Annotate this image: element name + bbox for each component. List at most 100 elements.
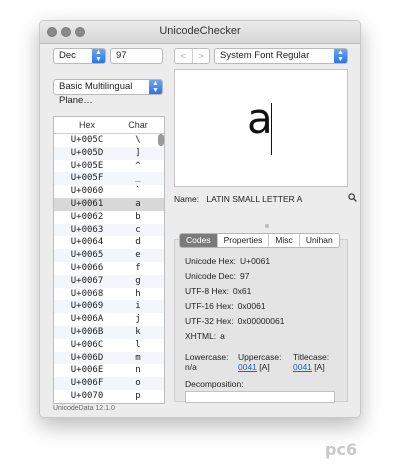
list-row[interactable]: U+0067 g <box>54 274 164 288</box>
title-bar: UnicodeChecker <box>40 21 360 44</box>
codes-panel: Unicode Hex: U+0061 Unicode Dec: 97 UTF-8 … <box>174 239 348 403</box>
char-column-header[interactable]: Char <box>120 117 156 133</box>
character-name: Name: LATIN SMALL LETTER A <box>174 194 302 204</box>
utf16-row: UTF-16 Hex: 0x0061 <box>185 301 266 311</box>
app-window: UnicodeChecker Dec ▲ ▼ 97 Basic Multiling… <box>39 20 361 418</box>
list-row[interactable]: U+0062 b <box>54 211 164 224</box>
base-select[interactable]: Dec ▲ ▼ <box>53 48 106 64</box>
list-row[interactable]: U+005E ^ <box>54 160 164 173</box>
character-list[interactable]: Hex Char U+005C \ U+005D] U+005E ^ U+005F _ U+0… <box>53 116 165 404</box>
list-header: Hex Char <box>54 117 164 134</box>
unicode-dec-row: Unicode Dec: 97 <box>185 271 250 281</box>
list-row[interactable]: U+005D] <box>54 146 164 160</box>
titlecase-link[interactable]: 0041 <box>293 362 312 372</box>
list-row[interactable]: U+006F o <box>54 377 164 390</box>
list-row[interactable]: U+006D m <box>54 351 164 365</box>
decomposition-label: Decomposition: <box>185 379 244 389</box>
row-hex: U+006A <box>70 314 104 325</box>
row-hex: U+0070 <box>70 390 104 401</box>
chevron-updown-icon: ▲ ▼ <box>92 49 105 63</box>
utf16-label: UTF-16 Hex: <box>185 301 234 311</box>
row-char: ] <box>135 147 141 158</box>
row-hex: U+005F <box>70 173 104 184</box>
utf32-value: 0x00000061 <box>237 316 285 326</box>
row-char: g <box>135 275 141 286</box>
row-char: f <box>135 262 141 273</box>
block-select[interactable]: Basic Multilingual Plane… ▲ ▼ <box>53 79 163 106</box>
row-char: \ <box>135 135 141 145</box>
unicode-hex-label: Unicode Hex: <box>185 256 237 266</box>
list-row[interactable]: U+006E n <box>54 364 164 377</box>
watermark: pc6 <box>325 440 358 459</box>
decomposition-field[interactable] <box>185 391 335 403</box>
search-icon[interactable] <box>348 193 357 202</box>
row-hex: U+005C <box>70 135 104 145</box>
chevron-updown-icon: ▲ ▼ <box>334 49 347 63</box>
info-tabs: Codes Properties Misc Unihan <box>179 233 340 248</box>
utf32-label: UTF-32 Hex: <box>185 316 234 326</box>
row-char: _ <box>135 173 141 184</box>
unicode-dec-value: 97 <box>240 271 250 281</box>
row-hex: U+006B <box>70 326 104 337</box>
list-row[interactable]: U+005F _ <box>54 172 164 186</box>
list-scrollbar[interactable] <box>158 134 164 146</box>
tab-unihan[interactable]: Unihan <box>300 234 339 247</box>
row-hex: U+006C <box>70 339 104 350</box>
tab-misc[interactable]: Misc <box>269 234 300 247</box>
row-char: q <box>120 403 156 404</box>
list-row[interactable]: U+006C l <box>54 339 164 352</box>
list-row[interactable]: U+0060 ` <box>54 185 164 198</box>
tab-codes[interactable]: Codes <box>180 234 218 247</box>
font-select-value: System Font Regular <box>220 50 310 61</box>
row-hex: U+0068 <box>70 288 104 299</box>
row-char: i <box>135 301 141 312</box>
glyph-baseline-marker <box>271 103 272 155</box>
back-button[interactable]: < <box>175 49 193 63</box>
row-hex: U+005D <box>70 147 104 158</box>
list-row[interactable]: U+0063 c <box>54 223 164 237</box>
list-row[interactable]: U+0069 i <box>54 300 164 314</box>
uppercase-link[interactable]: 0041 <box>238 362 257 372</box>
row-hex: U+0061 <box>70 198 104 209</box>
chevron-updown-icon: ▲ ▼ <box>149 80 162 94</box>
list-row[interactable]: U+0070 p <box>54 390 164 403</box>
row-char: c <box>135 224 141 235</box>
list-row[interactable]: U+006A j <box>54 313 164 326</box>
list-row[interactable]: U+005C \ <box>54 134 164 147</box>
row-char: l <box>135 339 141 350</box>
resize-handle[interactable] <box>265 224 269 228</box>
utf8-row: UTF-8 Hex: 0x61 <box>185 286 251 296</box>
list-row[interactable]: U+0065 e <box>54 249 164 262</box>
list-row[interactable]: U+0066 f <box>54 262 164 275</box>
row-hex: U+0062 <box>70 211 104 222</box>
row-hex: U+006E <box>70 365 104 376</box>
glyph-preview: a <box>174 69 348 187</box>
name-value: LATIN SMALL LETTER A <box>206 194 303 204</box>
row-char: j <box>135 314 141 325</box>
uppercase-block: Uppercase: 0041 [A] <box>238 352 281 372</box>
row-hex: U+0064 <box>70 237 104 248</box>
row-hex: U+0063 <box>70 224 104 235</box>
forward-button[interactable]: > <box>193 49 210 63</box>
hex-column-header[interactable]: Hex <box>54 117 120 133</box>
xhtml-row: XHTML: a <box>185 331 225 341</box>
font-select[interactable]: System Font Regular ▲ ▼ <box>214 48 348 64</box>
utf16-value: 0x0061 <box>237 301 266 311</box>
row-char: o <box>135 378 141 389</box>
list-row[interactable]: U+006B k <box>54 325 164 339</box>
list-row[interactable]: U+0064 d <box>54 236 164 249</box>
name-label: Name: <box>174 194 200 204</box>
list-row[interactable]: U+0071q <box>54 402 164 404</box>
row-hex: U+005E <box>70 160 104 171</box>
row-hex: U+0065 <box>70 250 104 261</box>
value-input[interactable]: 97 <box>110 48 163 64</box>
list-row[interactable]: U+0068 h <box>54 288 164 301</box>
window-title: UnicodeChecker <box>159 25 241 37</box>
row-char: b <box>135 211 141 222</box>
utf8-label: UTF-8 Hex: <box>185 286 229 296</box>
uppercase-char: [A] <box>259 362 270 372</box>
list-row[interactable]: U+0061 a <box>54 197 164 211</box>
titlecase-char: [A] <box>314 362 325 372</box>
tab-properties[interactable]: Properties <box>218 234 270 247</box>
row-char: k <box>135 326 141 337</box>
